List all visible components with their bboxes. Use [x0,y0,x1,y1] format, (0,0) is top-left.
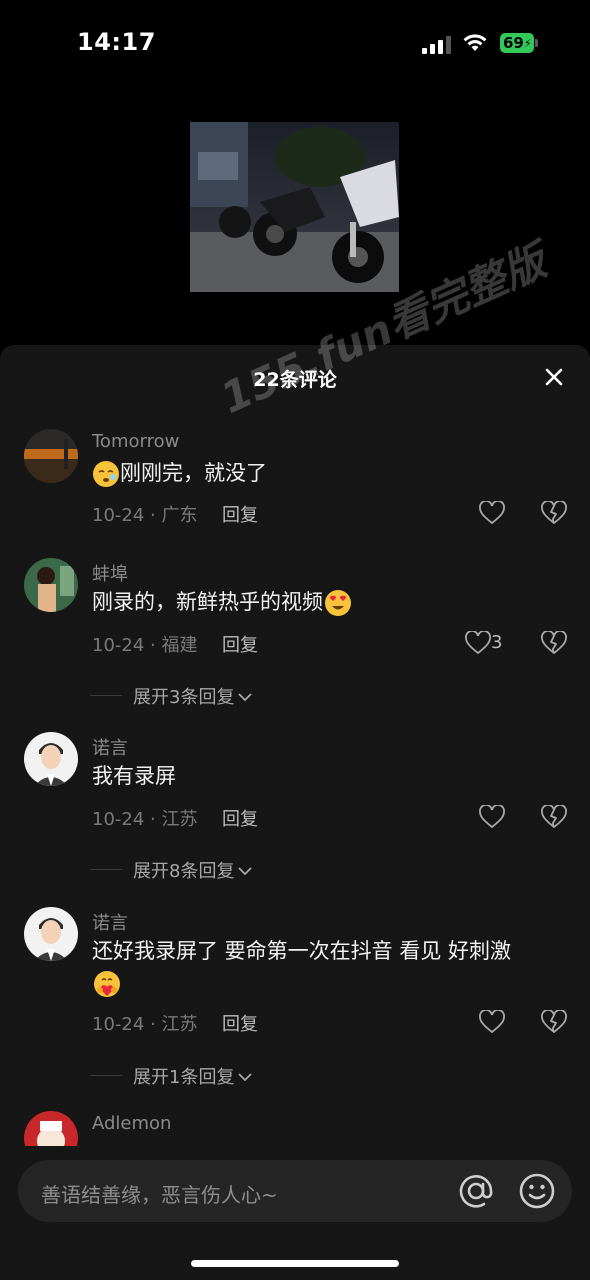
emoji-picker-icon[interactable] [518,1172,556,1210]
like-heart-icon[interactable] [478,805,506,829]
avatar[interactable] [24,732,78,786]
comment-username[interactable]: 诺言 [92,734,128,760]
reply-button[interactable]: 回复 [222,1010,258,1036]
wifi-icon [463,34,487,51]
comment-date-location: 10-24 · 江苏 [92,1014,198,1035]
heart-eyes-emoji [325,590,351,616]
chevron-down-icon [238,693,253,702]
comment-text: 我有录屏 [92,764,176,788]
like-heart-icon[interactable] [464,631,492,655]
comment-input[interactable]: 善语结善缘，恶言伤人心~ [18,1160,572,1222]
comment-input-placeholder: 善语结善缘，恶言伤人心~ [41,1183,278,1207]
comment-date-location: 10-24 · 江苏 [92,809,198,830]
comment-text: 刚刚完，就没了 [92,457,562,489]
comment-date-location: 10-24 · 广东 [92,505,198,526]
like-heart-icon[interactable] [478,501,506,525]
dislike-broken-heart-icon[interactable] [541,1010,567,1034]
like-heart-icon[interactable] [478,1010,506,1034]
reply-button[interactable]: 回复 [222,805,258,831]
battery-icon: 69 ⚡ [500,33,540,53]
comment-text: 还好我录屏了 要命第一次在抖音 看见 好刺激 [92,935,562,999]
dislike-broken-heart-icon[interactable] [541,631,567,655]
dislike-broken-heart-icon[interactable] [541,501,567,525]
comments-sheet: 22条评论 Tomorrow 刚刚完，就没了 10-24 · 广东 回复 蚌埠 … [0,345,590,1280]
status-time: 14:17 [77,28,156,56]
comment-text: 刚录的，新鲜热乎的视频 [92,586,562,618]
like-count: 3 [491,632,503,653]
home-indicator[interactable] [191,1260,399,1267]
comment-input-area: 善语结善缘，恶言伤人心~ [0,1146,590,1280]
chevron-down-icon [238,1073,253,1082]
comment-username[interactable]: Adlemon [92,1113,171,1134]
reply-button[interactable]: 回复 [222,631,258,657]
avatar[interactable] [24,907,78,961]
avatar[interactable] [24,429,78,483]
mention-at-icon[interactable] [458,1173,494,1209]
video-thumbnail[interactable] [190,122,399,292]
comment-username[interactable]: 诺言 [92,909,128,935]
heart-hug-emoji [94,971,120,997]
comment-date-location: 10-24 · 福建 [92,635,198,656]
sleepy-face-emoji [93,461,119,487]
avatar[interactable] [24,558,78,612]
dislike-broken-heart-icon[interactable] [541,805,567,829]
status-bar: 14:17 69 ⚡ [0,0,590,90]
reply-button[interactable]: 回复 [222,501,258,527]
battery-level: 69 [503,34,524,52]
chevron-down-icon [238,867,253,876]
close-icon[interactable] [540,363,568,391]
cellular-signal-icon [422,34,452,54]
comment-username[interactable]: Tomorrow [92,431,179,452]
comment-username[interactable]: 蚌埠 [92,560,128,586]
